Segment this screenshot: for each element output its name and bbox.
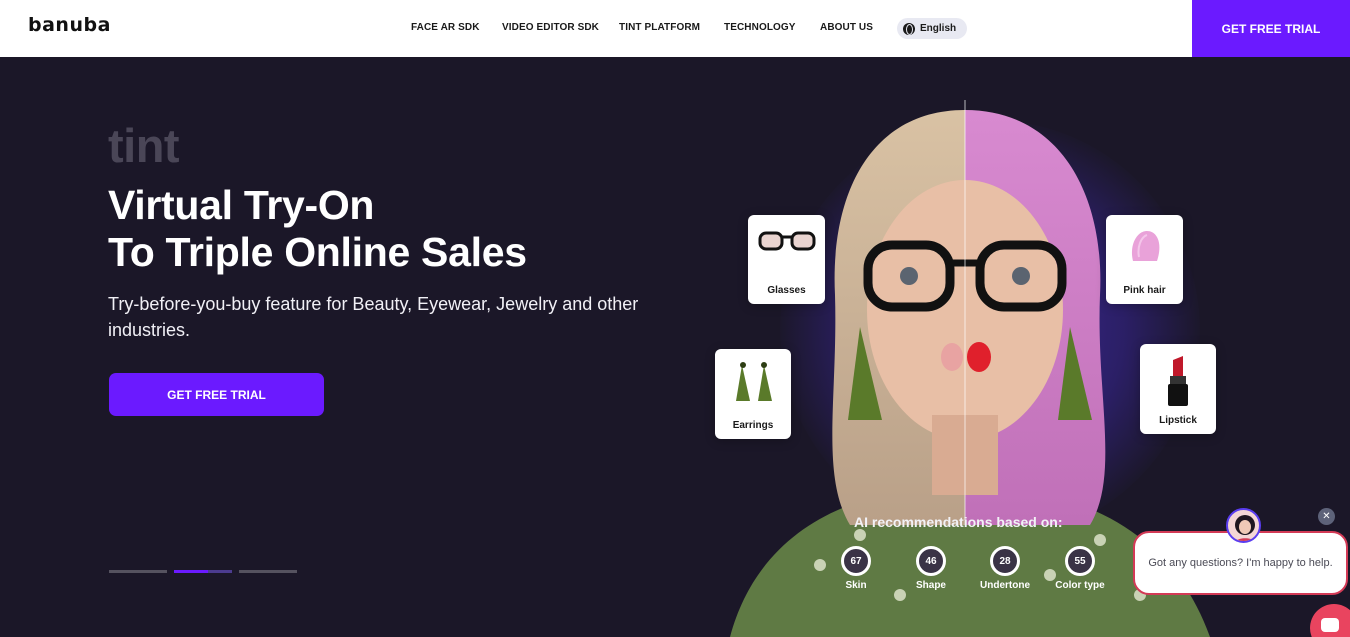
slider-indicators <box>109 570 297 573</box>
metric-label: Skin <box>845 580 867 591</box>
try-on-card-pink-hair[interactable]: Pink hair <box>1106 215 1183 304</box>
hero-subtext: Try-before-you-buy feature for Beauty, E… <box>108 294 639 340</box>
nav-face-ar-sdk[interactable]: FACE AR SDK <box>411 22 480 33</box>
metric-label: Color type <box>1055 580 1105 591</box>
card-label-lipstick: Lipstick <box>1159 415 1197 426</box>
slider-dot-1[interactable] <box>109 570 167 573</box>
banuba-logo[interactable]: banuba <box>28 14 111 36</box>
nav-about-us[interactable]: ABOUT US <box>820 22 873 33</box>
hero-free-trial-button[interactable]: GET FREE TRIAL <box>109 373 324 416</box>
chat-close-button[interactable]: ✕ <box>1318 508 1335 525</box>
headline-line-2: To Triple Online Sales <box>108 229 527 275</box>
metric-label: Undertone <box>980 580 1030 591</box>
metric-ring: 55 <box>1065 546 1095 576</box>
chat-agent-avatar[interactable] <box>1226 508 1261 543</box>
hair-swatch-icon <box>1131 231 1159 261</box>
headline-line-1: Virtual Try-On <box>108 182 375 228</box>
close-icon: ✕ <box>1322 511 1331 522</box>
slider-dot-2[interactable] <box>174 570 232 573</box>
nav-video-editor-sdk[interactable]: VIDEO EDITOR SDK <box>502 22 599 33</box>
metric-skin: 67 Skin <box>821 546 891 591</box>
metric-ring: 28 <box>990 546 1020 576</box>
try-on-card-glasses[interactable]: Glasses <box>748 215 825 304</box>
nav-technology[interactable]: TECHNOLOGY <box>724 22 796 33</box>
header-free-trial-button[interactable]: GET FREE TRIAL <box>1192 0 1350 57</box>
globe-icon <box>903 22 915 35</box>
metric-shape: 46 Shape <box>896 546 966 591</box>
before-after-divider[interactable] <box>964 100 966 520</box>
chat-launcher-button[interactable] <box>1310 604 1350 637</box>
ai-recommendations-title: AI recommendations based on: <box>854 514 1063 530</box>
top-header: banuba FACE AR SDK VIDEO EDITOR SDK TINT… <box>0 0 1350 57</box>
try-on-card-lipstick[interactable]: Lipstick <box>1140 344 1216 434</box>
card-label-earrings: Earrings <box>732 420 774 431</box>
earrings-icon <box>736 362 772 401</box>
language-label: English <box>920 23 957 34</box>
try-on-card-earrings[interactable]: Earrings <box>715 349 791 439</box>
metric-color-type: 55 Color type <box>1045 546 1115 591</box>
metric-ring: 67 <box>841 546 871 576</box>
lipstick-icon <box>1168 356 1188 406</box>
slider-dot-3[interactable] <box>239 570 297 573</box>
chat-bubble-icon <box>1321 618 1339 632</box>
nav-tint-platform[interactable]: TINT PLATFORM <box>619 22 700 33</box>
card-label-glasses: Glasses <box>767 285 806 296</box>
card-label-pink-hair: Pink hair <box>1123 285 1166 296</box>
metric-undertone: 28 Undertone <box>970 546 1040 591</box>
metric-ring: 46 <box>916 546 946 576</box>
language-selector[interactable]: English <box>897 18 967 39</box>
tint-brand-text: tint <box>108 119 180 172</box>
hero-headline: Virtual Try-On To Triple Online Sales <box>108 182 527 276</box>
metric-label: Shape <box>915 580 946 591</box>
glasses-icon <box>758 231 815 251</box>
